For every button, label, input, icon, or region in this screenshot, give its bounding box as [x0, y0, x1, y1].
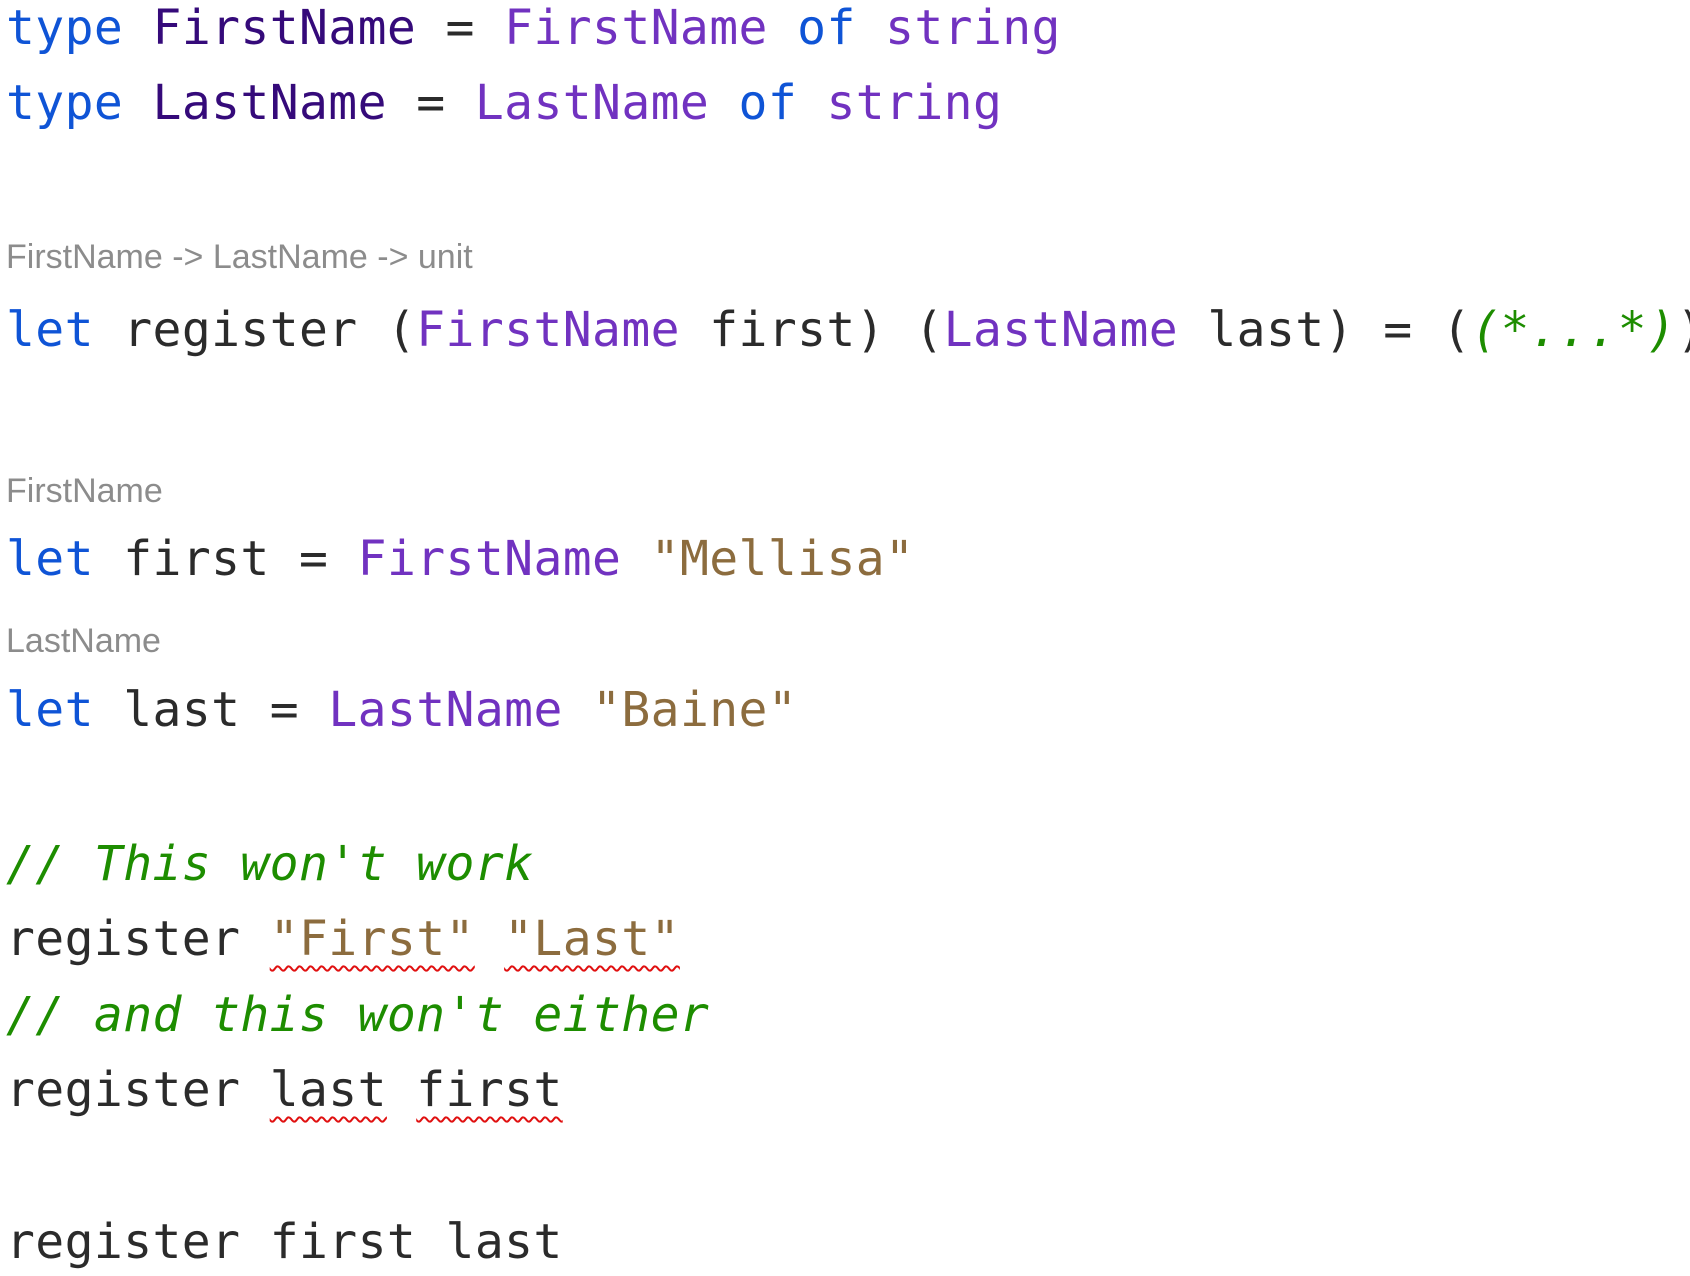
- function-call: register: [6, 1214, 241, 1270]
- paren-close: ): [1676, 302, 1690, 358]
- error-argument[interactable]: "Last": [504, 911, 680, 967]
- operator-equals: =: [299, 531, 329, 587]
- code-editor[interactable]: type FirstName = FirstName of string typ…: [0, 0, 1690, 1276]
- string-literal: "Mellisa": [650, 531, 915, 587]
- function-call: register: [6, 911, 241, 967]
- variable-name: last: [123, 682, 241, 738]
- variable-name: first: [123, 531, 270, 587]
- function-name: register: [123, 302, 358, 358]
- parameter-name: last: [1207, 302, 1325, 358]
- keyword-type: type: [6, 0, 124, 56]
- keyword-of: of: [738, 75, 798, 131]
- code-line-let-first[interactable]: let first = FirstName "Mellisa": [6, 531, 914, 587]
- paren-close: ): [1324, 302, 1354, 358]
- code-line-register-correct[interactable]: register first last: [6, 1214, 563, 1270]
- code-line-let-register[interactable]: let register (FirstName first) (LastName…: [6, 302, 1690, 358]
- error-argument[interactable]: "First": [270, 911, 475, 967]
- operator-equals: =: [269, 682, 300, 738]
- code-comment-this-wont-work[interactable]: // This won't work: [6, 836, 533, 892]
- paren-open: (: [386, 302, 417, 358]
- code-line-type-firstname[interactable]: type FirstName = FirstName of string: [6, 0, 1061, 56]
- string-literal: "Baine": [592, 682, 798, 738]
- union-case-pattern: LastName: [943, 302, 1179, 358]
- code-line-let-last[interactable]: let last = LastName "Baine": [6, 682, 797, 738]
- type-name: FirstName: [152, 0, 417, 56]
- keyword-of: of: [797, 0, 856, 56]
- parameter-name: first: [709, 302, 856, 358]
- inlay-hint-first-type: FirstName: [6, 472, 163, 510]
- type-reference: string: [885, 0, 1061, 56]
- keyword-type: type: [6, 75, 124, 131]
- operator-equals: =: [445, 0, 475, 56]
- type-name: LastName: [152, 75, 387, 131]
- union-case-pattern: FirstName: [416, 302, 680, 358]
- paren-open: (: [1441, 302, 1472, 358]
- union-case: LastName: [328, 682, 563, 738]
- keyword-let: let: [6, 682, 94, 738]
- union-case: FirstName: [357, 531, 622, 587]
- paren-open: (: [914, 302, 944, 358]
- keyword-let: let: [6, 531, 94, 587]
- union-case: FirstName: [504, 0, 768, 56]
- block-comment: (*...*): [1471, 302, 1677, 358]
- operator-equals: =: [416, 75, 446, 131]
- argument: first: [269, 1214, 417, 1270]
- code-line-type-lastname[interactable]: type LastName = LastName of string: [6, 75, 1002, 131]
- inlay-hint-last-type: LastName: [6, 622, 161, 660]
- error-argument[interactable]: last: [270, 1062, 387, 1118]
- code-comment-and-this-wont-either[interactable]: // and this won't either: [6, 987, 709, 1043]
- code-line-register-strings[interactable]: register "First" "Last": [6, 911, 680, 967]
- code-line-register-swapped[interactable]: register last first: [6, 1062, 563, 1118]
- type-reference: string: [826, 75, 1003, 131]
- function-call: register: [6, 1062, 241, 1118]
- operator-equals: =: [1383, 302, 1413, 358]
- paren-close: ): [855, 302, 886, 358]
- argument: last: [445, 1214, 563, 1270]
- union-case: LastName: [474, 75, 710, 131]
- error-argument[interactable]: first: [416, 1062, 563, 1118]
- keyword-let: let: [6, 302, 94, 358]
- inlay-hint-register-signature: FirstName -> LastName -> unit: [6, 238, 473, 276]
